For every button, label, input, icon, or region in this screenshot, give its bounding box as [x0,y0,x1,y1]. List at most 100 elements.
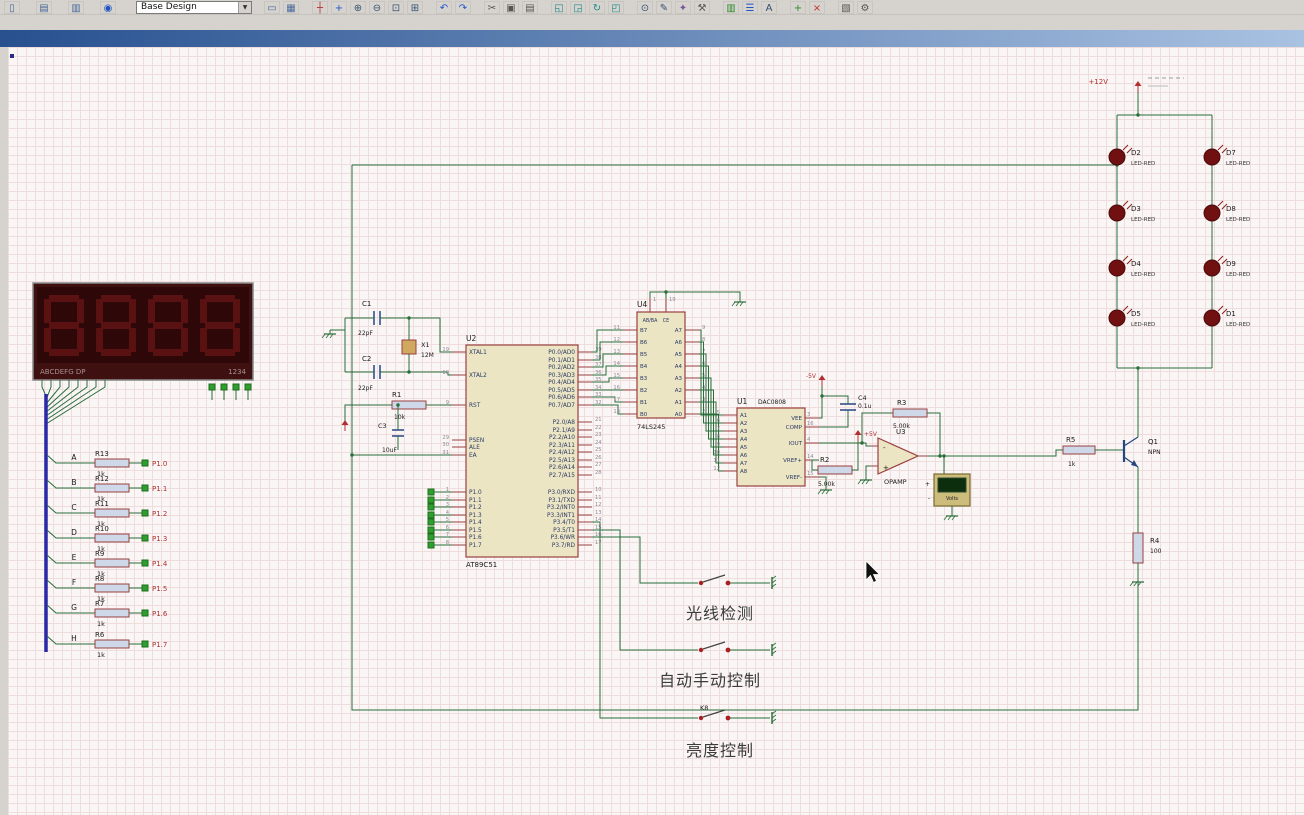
netlist-icon[interactable]: A [761,0,777,14]
resistor-ref: R1 [392,391,401,399]
main-toolbar: ▯ ▤ ▥ ◉ Base Design ▼ ▭ ▦ ┼ + ⊕ ⊖ ⊡ ⊞ ↶ ↷ ✂ ▣ ▤ ◱ ◲ ↻ ◰ ⊙ ✎ ✦ ⚒… [0,0,1304,15]
led-part: LED-RED [1226,322,1250,328]
pin-name: RST [469,403,481,409]
paste-icon[interactable]: ▤ [522,0,538,14]
clock-circuit[interactable]: C1 22pF C2 22pF X1 12M R1 10k C3 10uF [321,300,452,454]
sheet-border-icon[interactable]: ▭ [264,0,280,14]
pin-name: B3 [640,376,648,382]
dac-u1[interactable]: U1 DAC0808 5 A1 6 A2 7 A3 8 A4 9 A5 10 A6 11 A7 12 A8 3 VEE… [713,397,819,487]
block-delete-icon[interactable]: ◰ [608,0,624,14]
pin-name: B4 [640,364,648,370]
pin-name: P3.1/TXD [548,498,575,504]
editor-window-titlebar[interactable] [0,30,1304,47]
analog-output[interactable]: -5VC40.1u R35.00kR25.00k+5V [806,373,942,495]
pin-number: 14 [807,454,814,460]
pin-name: B2 [640,388,647,394]
led-array[interactable]: D2 LED-RED D3 LED-RED D4 LED-RED D5 LED-RED D7 LE… [1088,77,1250,369]
resistor-value: 1k [97,651,105,659]
resistor-ref: R7 [95,600,104,608]
edit-icon[interactable]: ✎ [656,0,672,14]
cap-value: 22pF [358,385,373,392]
pin-name: P0.2/AD2 [548,365,575,371]
crystal-ref: X1 [421,341,430,349]
meter-minus: - [928,495,930,502]
ic-ref: U2 [466,334,476,343]
new-file-icon[interactable]: ▯ [4,0,20,14]
redo-icon[interactable]: ↷ [455,0,471,14]
add-sheet-icon[interactable]: + [790,0,806,14]
export-icon[interactable]: ▥ [68,0,84,14]
undo-icon[interactable]: ↶ [436,0,452,14]
property-tool-icon[interactable]: ✦ [675,0,691,14]
file-icon-group: ▯ ▤ ▥ ◉ [4,0,132,14]
proteus-window: ▯ ▤ ▥ ◉ Base Design ▼ ▭ ▦ ┼ + ⊕ ⊖ ⊡ ⊞ ↶ ↷ ✂ ▣ ▤ ◱ ◲ ↻ ◰ ⊙ ✎ ✦ ⚒… [0,0,1304,815]
led-part: LED-RED [1131,322,1155,328]
pin-name: B6 [640,340,648,346]
resistor-ladder[interactable]: A R131kP1.0B R121kP1.1C R111kP1.2D R101kP1.3… [46,450,168,659]
pin-name: P2.4/A12 [549,450,575,456]
pick-parts-icon[interactable]: ⊙ [637,0,653,14]
pin-name: A1 [675,400,682,406]
zoom-out-icon[interactable]: ⊖ [369,0,385,14]
gear-icon[interactable]: ⚙ [857,0,873,14]
resistor-value: 1k [1068,461,1076,468]
block-copy-icon[interactable]: ◱ [551,0,567,14]
seven-seg-display[interactable]: ABCDEFG DP 1234 [32,282,254,381]
toolbar-separator [627,1,637,14]
ic-part: DAC0808 [758,399,786,406]
pin-number: 31 [442,450,449,456]
display-strip-digits: 1234 [228,368,246,376]
display-pins[interactable] [41,380,252,425]
help-icon[interactable]: ◉ [100,0,116,14]
zoom-extents-icon[interactable]: ⊞ [407,0,423,14]
led-part: LED-RED [1131,272,1155,278]
bom-icon[interactable]: ☰ [742,0,758,14]
pan-icon[interactable]: + [331,0,347,14]
pin-number: 5 [717,410,720,416]
block-move-icon[interactable]: ◲ [570,0,586,14]
ic-ref: U3 [896,428,906,436]
display-strip-label: ABCDEFG DP [40,368,85,376]
zoom-in-icon[interactable]: ⊕ [350,0,366,14]
opamp-plus: + [883,464,889,472]
mcu-u2[interactable]: U2 AT89C51 19 XTAL1 18 XTAL2 9 RST 29 PSEN 30 ALE 31… [427,334,602,569]
pin-name: P0.3/AD3 [548,373,575,379]
pin-number: 12 [713,466,720,472]
notes-icon[interactable]: ▤ [36,0,52,14]
toolbar-separator [302,1,312,14]
pin-name: P3.0/RXD [548,490,576,496]
design-selector[interactable]: Base Design ▼ [136,0,252,14]
pin-name: A7 [675,328,683,334]
grid-toggle-icon[interactable]: ▦ [283,0,299,14]
cut-icon[interactable]: ✂ [484,0,500,14]
pin-number: 21 [595,417,602,423]
resistor-ref: R12 [95,475,109,483]
driver-stage[interactable]: R5 1k Q1 NPN R4 100 [1062,366,1162,587]
pin-name: P2.6/A14 [549,465,575,471]
pin-name: A5 [675,352,683,358]
pin-number: 15 [807,471,814,477]
origin-icon[interactable]: ┼ [312,0,328,14]
pin-name: A3 [675,376,683,382]
voltmeter[interactable]: Volts + - [925,473,971,521]
remove-sheet-icon[interactable]: × [809,0,825,14]
resistor-ref: R13 [95,450,109,458]
pin-name: P1.6 [469,535,482,541]
zoom-area-icon[interactable]: ⊡ [388,0,404,14]
pin-name: P2.0/A8 [553,420,576,426]
block-rotate-icon[interactable]: ↻ [589,0,605,14]
graph-icon[interactable]: ▥ [723,0,739,14]
pin-number: 19 [442,347,449,353]
pin-name: B5 [640,352,648,358]
terminal-label: P1.5 [152,585,167,593]
led-part: LED-RED [1131,161,1155,167]
copy-icon[interactable]: ▣ [503,0,519,14]
clipboard-icon[interactable]: ▧ [838,0,854,14]
net-label: B [71,478,76,487]
buffer-u4[interactable]: U474LS24511 B712 B613 B514 B415 B316 B217 B118 B… [613,290,746,431]
design-selector-dropdown-icon[interactable]: ▼ [238,1,251,13]
pin-name: P3.4/T0 [553,520,575,526]
pin-number: 9 [446,400,449,406]
design-tool-icon[interactable]: ⚒ [694,0,710,14]
resistor-value: 10k [394,414,406,421]
